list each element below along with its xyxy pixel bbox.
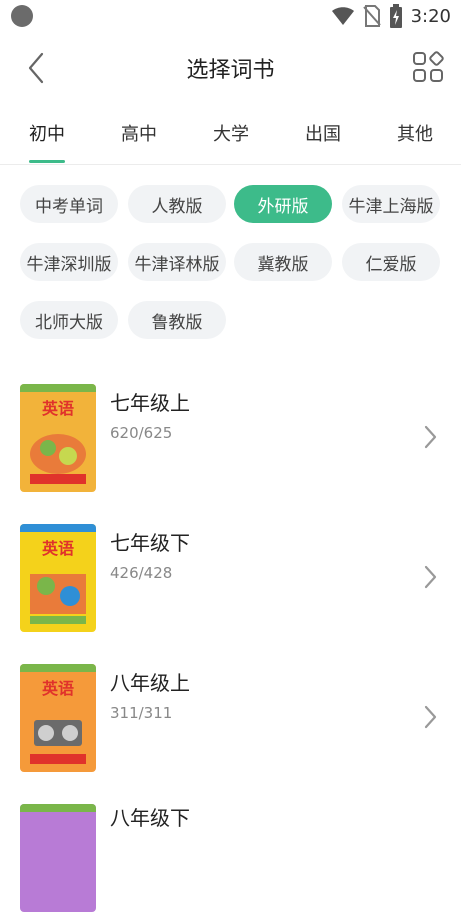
chevron-right-icon <box>424 425 437 449</box>
cover-title: 英语 <box>41 679 74 698</box>
version-chip[interactable]: 仁爱版 <box>342 243 440 281</box>
header: 选择词书 <box>0 40 461 96</box>
no-sim-icon <box>362 5 381 27</box>
battery-charging-icon <box>389 4 402 28</box>
tab-other[interactable]: 其他 <box>369 120 461 146</box>
book-item[interactable]: 八年级下 <box>0 804 461 924</box>
book-cover-image: 英语 <box>20 524 96 632</box>
book-item[interactable]: 英语 七年级上 620/625 <box>0 384 461 504</box>
notification-dot-icon <box>11 5 33 27</box>
book-item[interactable]: 英语 七年级下 426/428 <box>0 524 461 644</box>
status-time: 3:20 <box>410 5 451 27</box>
cover-title: 英语 <box>41 399 74 418</box>
book-title: 八年级下 <box>110 806 190 830</box>
version-chip[interactable]: 中考单词 <box>20 185 118 223</box>
version-chip[interactable]: 人教版 <box>128 185 226 223</box>
tab-senior-high[interactable]: 高中 <box>93 120 185 146</box>
book-cover-image: 英语 <box>20 664 96 772</box>
chevron-right-icon <box>424 705 437 729</box>
version-chip[interactable]: 牛津译林版 <box>128 243 226 281</box>
page-title: 选择词书 <box>186 58 275 83</box>
wifi-icon <box>331 7 354 25</box>
version-chip[interactable]: 北师大版 <box>20 301 118 339</box>
word-count: 620/625 <box>110 424 173 442</box>
tab-university[interactable]: 大学 <box>185 120 277 146</box>
tab-junior-high[interactable]: 初中 <box>1 120 93 146</box>
chevron-right-icon <box>424 565 437 589</box>
version-chip[interactable]: 冀教版 <box>234 243 332 281</box>
word-count: 426/428 <box>110 564 173 582</box>
cover-title: 英语 <box>41 539 74 558</box>
version-chip-selected[interactable]: 外研版 <box>234 185 332 223</box>
status-bar: 3:20 <box>0 0 461 32</box>
tab-active-indicator <box>29 160 65 163</box>
word-count: 311/311 <box>110 704 173 722</box>
version-chip[interactable]: 鲁教版 <box>128 301 226 339</box>
version-chip[interactable]: 牛津上海版 <box>342 185 440 223</box>
book-title: 七年级上 <box>110 391 190 415</box>
book-item[interactable]: 英语 八年级上 311/311 <box>0 664 461 784</box>
grid-menu-icon[interactable] <box>411 50 445 84</box>
level-tabs: 初中 高中 大学 出国 其他 <box>0 108 461 165</box>
tab-abroad[interactable]: 出国 <box>277 120 369 146</box>
book-title: 七年级下 <box>110 531 190 555</box>
version-chip[interactable]: 牛津深圳版 <box>20 243 118 281</box>
book-cover-image <box>20 804 96 912</box>
book-title: 八年级上 <box>110 671 190 695</box>
status-icons: 3:20 <box>331 3 451 29</box>
book-cover-image: 英语 <box>20 384 96 492</box>
